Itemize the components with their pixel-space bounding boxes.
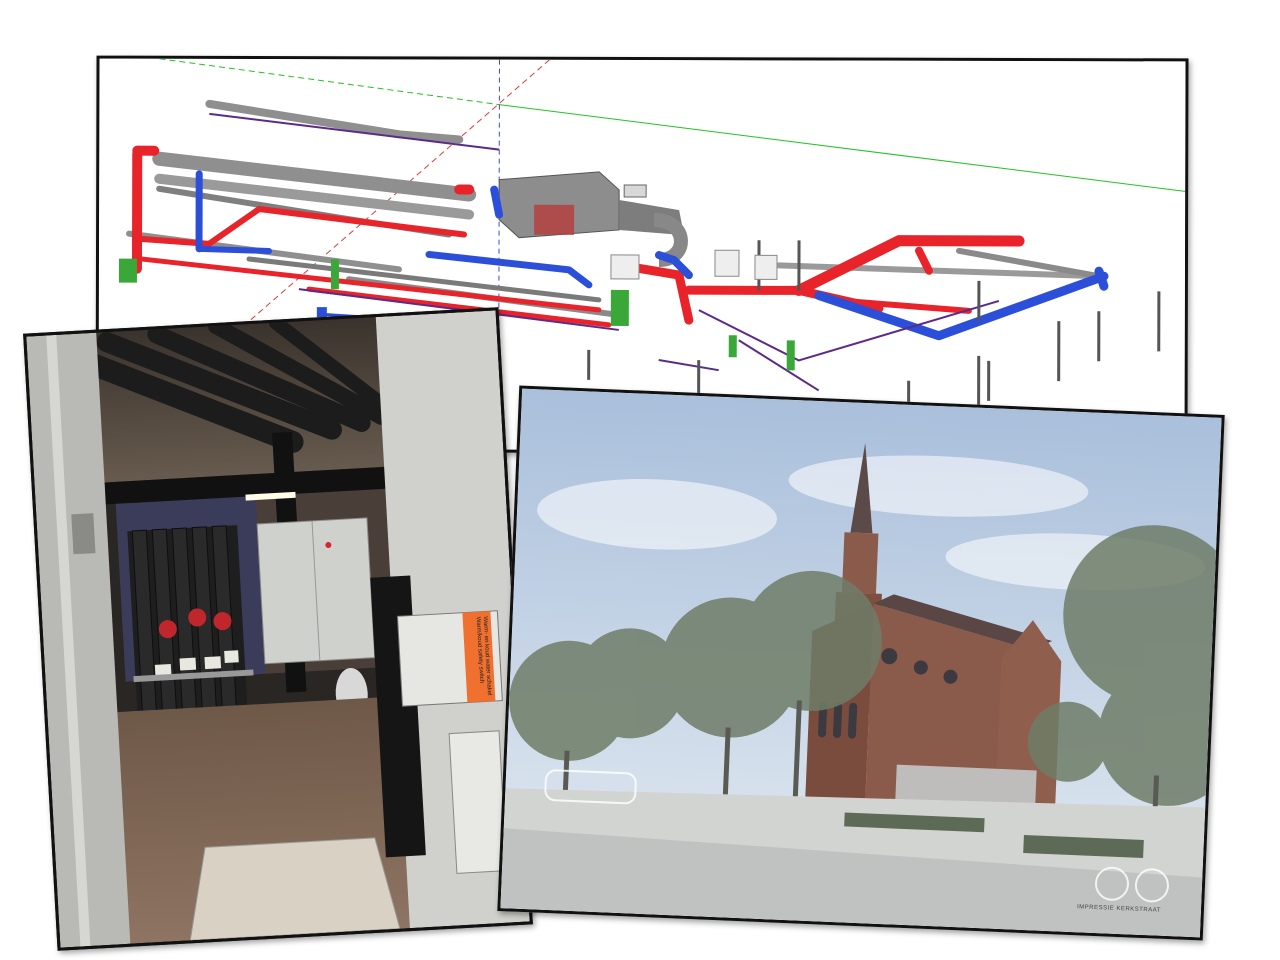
boiler-room-photo: Warm- en koud water schakel Warm/koud sa…	[23, 307, 533, 951]
boiler-room-scene	[26, 310, 530, 948]
church-render: IMPRESSIE KERKSTRAAT	[497, 385, 1225, 941]
blue-marker	[316, 307, 327, 318]
conduit-box	[448, 730, 508, 874]
church-scene	[500, 388, 1222, 938]
floor-hatch	[189, 837, 401, 941]
junction-box	[71, 513, 96, 555]
